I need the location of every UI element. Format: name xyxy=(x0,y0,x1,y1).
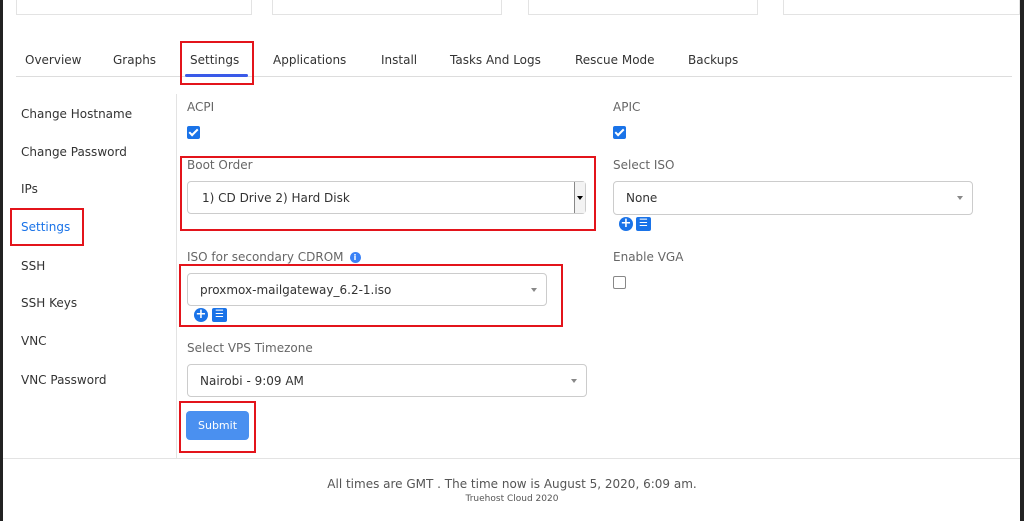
footer-time: All times are GMT . The time now is Augu… xyxy=(327,477,697,491)
info-card xyxy=(783,0,1020,15)
tab-tasks-and-logs[interactable]: Tasks And Logs xyxy=(450,53,541,67)
highlight-box xyxy=(180,41,254,85)
info-card xyxy=(528,0,758,15)
timezone-label: Select VPS Timezone xyxy=(187,341,313,355)
info-card xyxy=(16,0,252,15)
timezone-value: Nairobi - 9:09 AM xyxy=(200,373,304,388)
select-iso-dropdown[interactable]: None xyxy=(613,181,973,215)
sidebar-item-change-hostname[interactable]: Change Hostname xyxy=(21,107,132,121)
info-icon[interactable]: i xyxy=(349,252,361,263)
sidebar-item-ssh[interactable]: SSH xyxy=(21,259,45,273)
window-edge xyxy=(1020,0,1024,521)
add-iso-icon[interactable]: + xyxy=(619,217,633,231)
apic-label: APIC xyxy=(613,100,641,114)
footer-copyright: Truehost Cloud 2020 xyxy=(465,494,559,504)
highlight-box xyxy=(179,264,563,327)
acpi-checkbox[interactable] xyxy=(187,126,200,139)
select-iso-value: None xyxy=(626,191,658,205)
timezone-select[interactable]: Nairobi - 9:09 AM xyxy=(187,364,587,397)
sidebar-item-vnc-password[interactable]: VNC Password xyxy=(21,373,106,387)
tab-overview[interactable]: Overview xyxy=(25,53,82,67)
tab-graphs[interactable]: Graphs xyxy=(113,53,156,67)
divider xyxy=(3,458,1020,459)
apic-checkbox[interactable] xyxy=(613,126,626,139)
enable-vga-checkbox[interactable] xyxy=(613,276,626,289)
sidebar-item-ips[interactable]: IPs xyxy=(21,182,38,196)
tab-install[interactable]: Install xyxy=(381,53,417,67)
tab-backups[interactable]: Backups xyxy=(688,53,738,67)
acpi-label: ACPI xyxy=(187,100,215,114)
secondary-cdrom-label-text: ISO for secondary CDROM xyxy=(187,250,344,264)
chevron-down-icon xyxy=(571,379,577,383)
highlight-box xyxy=(179,401,256,453)
highlight-box xyxy=(180,156,596,231)
sidebar-item-ssh-keys[interactable]: SSH Keys xyxy=(21,296,77,310)
secondary-cdrom-label: ISO for secondary CDROM i xyxy=(187,250,361,264)
tab-bar: Overview Graphs Settings Applications In… xyxy=(16,40,1012,77)
sidebar-item-change-password[interactable]: Change Password xyxy=(21,145,127,159)
divider xyxy=(176,94,177,458)
tab-applications[interactable]: Applications xyxy=(273,53,346,67)
enable-vga-label: Enable VGA xyxy=(613,250,684,264)
info-card xyxy=(272,0,502,15)
chevron-down-icon xyxy=(957,196,963,200)
select-iso-label: Select ISO xyxy=(613,158,675,172)
tab-rescue-mode[interactable]: Rescue Mode xyxy=(575,53,655,67)
sidebar-item-vnc[interactable]: VNC xyxy=(21,334,47,348)
highlight-box xyxy=(10,208,84,246)
window-edge xyxy=(0,0,3,521)
list-iso-icon[interactable]: ☰ xyxy=(636,217,651,231)
